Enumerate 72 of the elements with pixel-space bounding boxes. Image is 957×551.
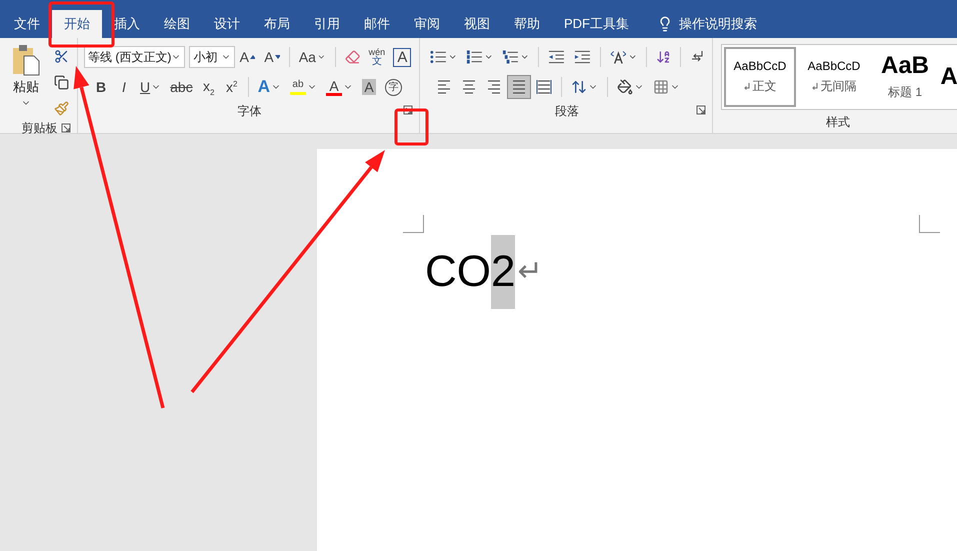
text-effects-button[interactable]: A — [254, 75, 285, 99]
ribbon-tab[interactable]: 文件 — [2, 10, 52, 38]
ribbon-tab[interactable]: 引用 — [302, 10, 352, 38]
align-lines-icon — [436, 79, 452, 95]
numbered-list-icon — [466, 49, 483, 65]
increase-indent-icon — [574, 49, 592, 65]
clipboard-icon — [12, 44, 40, 76]
highlight-box — [48, 2, 114, 48]
phonetic-guide-button[interactable]: wén 文 — [364, 45, 389, 69]
align-button[interactable] — [507, 75, 531, 99]
align-lines-icon — [511, 79, 527, 95]
margin-corner-mark — [403, 215, 424, 233]
group-label: 字体 — [238, 102, 262, 120]
ribbon-tab[interactable]: 视图 — [452, 10, 502, 38]
bulleted-list-icon — [430, 49, 447, 65]
dialog-launcher-icon — [403, 105, 413, 115]
font-color-bar — [326, 92, 342, 96]
style-item[interactable]: AaBbCcD 正文 — [724, 47, 796, 107]
ribbon-tab[interactable]: 插入 — [102, 10, 152, 38]
dialog-launcher-icon — [696, 105, 706, 115]
paste-button[interactable]: 粘贴 — [6, 44, 46, 114]
group-label: 段落 — [555, 102, 579, 120]
character-shading-button[interactable]: A — [358, 75, 380, 99]
dialog-launcher[interactable] — [61, 122, 73, 134]
document-text: CO2↵ — [425, 235, 543, 309]
format-button[interactable]: abc — [166, 75, 197, 99]
borders-icon — [653, 79, 669, 95]
format-button[interactable]: I — [113, 75, 135, 99]
paint-bucket-icon — [617, 79, 633, 95]
shrink-font-button[interactable]: A — [260, 45, 284, 69]
dialog-launcher[interactable] — [403, 105, 415, 117]
group-label: 样式 — [826, 114, 850, 130]
ribbon-tab[interactable]: 邮件 — [352, 10, 402, 38]
font-size-dropdown[interactable]: 小初 — [189, 46, 235, 68]
dialog-launcher-icon — [61, 122, 71, 132]
ribbon-tab[interactable]: 设计 — [202, 10, 252, 38]
font-name-dropdown[interactable]: 等线 (西文正文) — [84, 46, 186, 68]
align-lines-icon — [486, 79, 502, 95]
grow-font-button[interactable]: A — [236, 45, 260, 69]
change-case-button[interactable]: Aa — [294, 45, 330, 69]
sort-az-icon — [656, 49, 672, 65]
multilevel-list-icon — [502, 49, 520, 65]
dialog-launcher[interactable] — [696, 105, 708, 117]
highlight-color-bar — [290, 92, 306, 94]
letter-arrows-icon — [610, 49, 627, 65]
format-button[interactable]: B — [90, 75, 112, 99]
ribbon-tab[interactable]: 绘图 — [152, 10, 202, 38]
align-lines-icon — [461, 79, 477, 95]
enclose-characters-button[interactable]: 字 — [380, 75, 406, 99]
up-triangle-icon — [250, 55, 256, 59]
eraser-icon — [344, 49, 360, 65]
font-color-button[interactable]: A — [322, 75, 357, 99]
align-lines-icon — [536, 79, 552, 95]
format-button[interactable]: x$_{2}$ — [198, 75, 220, 99]
highlight-box — [394, 108, 428, 146]
line-spacing-icon — [571, 79, 587, 95]
paintbrush-icon — [54, 100, 69, 116]
ribbon-tab[interactable]: 开始 — [52, 10, 102, 38]
format-button[interactable]: U — [136, 75, 166, 99]
ribbon-tab[interactable]: 帮助 — [502, 10, 552, 38]
decrease-indent-icon — [548, 49, 566, 65]
margin-corner-mark — [919, 215, 940, 233]
highlight-color-button[interactable]: ab — [286, 75, 321, 99]
ribbon-tab[interactable]: PDF工具集 — [552, 10, 641, 38]
format-button[interactable]: x$^{2}$ — [220, 75, 243, 99]
ribbon-tab[interactable]: 审阅 — [402, 10, 452, 38]
group-label: 剪贴板 — [22, 120, 58, 137]
down-triangle-icon — [274, 55, 280, 59]
tell-me-search[interactable]: 操作说明搜索 — [679, 15, 757, 33]
copy-icon — [54, 74, 69, 90]
scissors-icon — [54, 48, 69, 64]
ribbon-tab[interactable]: 布局 — [252, 10, 302, 38]
